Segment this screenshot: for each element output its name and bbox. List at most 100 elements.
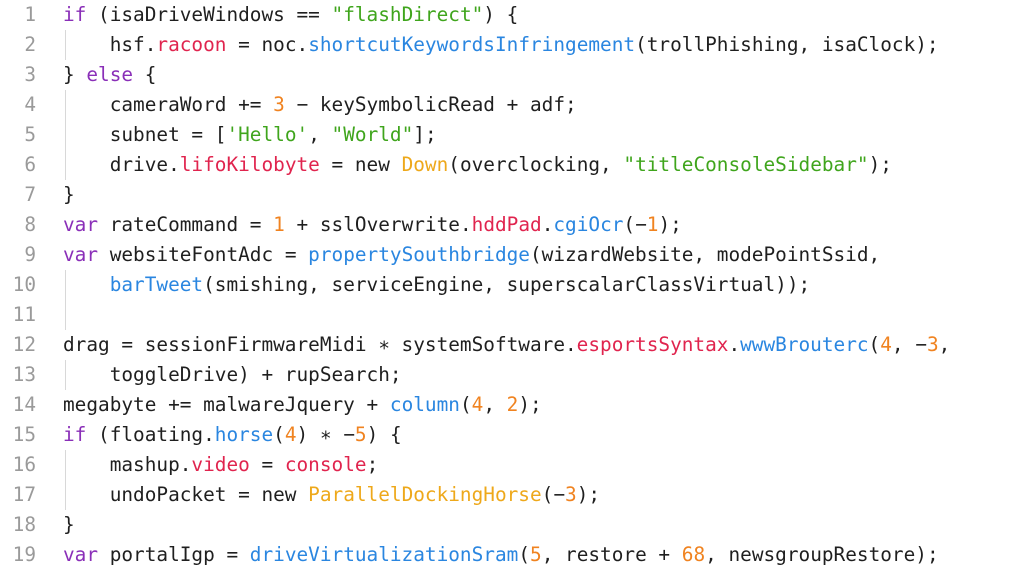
line-number: 9 bbox=[24, 243, 36, 266]
code-line[interactable]: 1 if (isaDriveWindows == "flashDirect") { bbox=[0, 0, 1026, 30]
code-token: 68 bbox=[681, 543, 706, 566]
code-text: barTweet(smishing, serviceEngine, supers… bbox=[63, 270, 810, 300]
code-text: var portalIgp = driveVirtualizationSram(… bbox=[63, 540, 939, 570]
code-line[interactable]: 15 if (floating.horse(4) ∗ −5) { bbox=[0, 420, 1026, 450]
code-line[interactable]: 10 barTweet(smishing, serviceEngine, sup… bbox=[0, 270, 1026, 300]
code-token: ( bbox=[518, 543, 530, 566]
code-text: } bbox=[63, 180, 75, 210]
code-token: + sslOverwrite. bbox=[284, 213, 472, 236]
line-number: 2 bbox=[24, 33, 36, 56]
code-token: 1 bbox=[646, 213, 659, 236]
line-number: 12 bbox=[12, 333, 36, 356]
code-line[interactable]: 6 drive.lifoKilobyte = new Down(overcloc… bbox=[0, 150, 1026, 180]
code-token: = noc. bbox=[226, 33, 309, 56]
code-line[interactable]: 16 mashup.video = console; bbox=[0, 450, 1026, 480]
code-line[interactable]: 7} bbox=[0, 180, 1026, 210]
line-number: 6 bbox=[24, 153, 36, 176]
code-token: , restore + bbox=[541, 543, 682, 566]
code-token: (smishing, serviceEngine, superscalarCla… bbox=[203, 273, 811, 296]
line-number: 13 bbox=[12, 363, 36, 386]
code-line[interactable]: 4 cameraWord += 3 − keySymbolicRead + ad… bbox=[0, 90, 1026, 120]
code-token: , newsgroupRestore); bbox=[705, 543, 939, 566]
code-token: barTweet bbox=[109, 273, 204, 296]
code-token: hddPad bbox=[471, 213, 542, 236]
code-text: if (isaDriveWindows == "flashDirect") { bbox=[63, 0, 518, 30]
code-token: 5 bbox=[530, 543, 542, 566]
code-line[interactable]: 18} bbox=[0, 510, 1026, 540]
code-token: } bbox=[63, 513, 75, 536]
code-text: } bbox=[63, 510, 75, 540]
code-line[interactable]: 2 hsf.racoon = noc.shortcutKeywordsInfri… bbox=[0, 30, 1026, 60]
code-token: "titleConsoleSidebar" bbox=[623, 153, 869, 176]
line-number: 7 bbox=[24, 183, 36, 206]
code-token: − keySymbolicRead + adf; bbox=[284, 93, 577, 116]
code-token: console bbox=[284, 453, 367, 476]
code-token: cameraWord += bbox=[63, 93, 274, 116]
code-token: drag = sessionFirmwareMidi ∗ systemSoftw… bbox=[63, 333, 577, 356]
line-number: 5 bbox=[24, 123, 36, 146]
code-token: mashup. bbox=[63, 453, 192, 476]
code-token: horse bbox=[214, 423, 274, 446]
code-token: } bbox=[63, 183, 75, 206]
code-token: ; bbox=[366, 453, 379, 476]
line-number: 1 bbox=[24, 3, 36, 26]
code-editor[interactable]: 1 if (isaDriveWindows == "flashDirect") {… bbox=[0, 0, 1026, 570]
code-text: undoPacket = new ParallelDockingHorse(−3… bbox=[63, 480, 600, 510]
code-token: = new bbox=[319, 153, 402, 176]
code-token: , bbox=[483, 393, 507, 416]
code-token: 5 bbox=[354, 423, 367, 446]
code-line[interactable]: 11 bbox=[0, 300, 1026, 330]
line-number: 8 bbox=[24, 213, 36, 236]
code-token: ) { bbox=[483, 3, 519, 26]
code-token: undoPacket = new bbox=[63, 483, 309, 506]
code-token: (− bbox=[541, 483, 566, 506]
code-token: (− bbox=[623, 213, 647, 236]
line-number: 17 bbox=[12, 483, 36, 506]
line-number: 4 bbox=[24, 93, 36, 116]
code-token: ); bbox=[868, 153, 892, 176]
code-token: 4 bbox=[284, 423, 297, 446]
code-token: ( bbox=[868, 333, 881, 356]
code-token: , − bbox=[891, 333, 927, 356]
code-token: subnet = [ bbox=[63, 123, 227, 146]
line-number: 18 bbox=[12, 513, 36, 536]
code-token: 4 bbox=[880, 333, 892, 356]
code-line[interactable]: 12 drag = sessionFirmwareMidi ∗ systemSof… bbox=[0, 330, 1026, 360]
code-token: "World" bbox=[331, 123, 414, 146]
code-line[interactable]: 3} else { bbox=[0, 60, 1026, 90]
code-line[interactable]: 8 var rateCommand = 1 + sslOverwrite.hddP… bbox=[0, 210, 1026, 240]
code-text: megabyte += malwareJquery + column(4, 2)… bbox=[63, 390, 542, 420]
code-token: drive. bbox=[63, 153, 180, 176]
code-token: racoon bbox=[156, 33, 227, 56]
code-token: var bbox=[63, 243, 99, 266]
code-token: if bbox=[63, 423, 87, 446]
code-token: ParallelDockingHorse bbox=[308, 483, 542, 506]
code-token: propertySouthbridge bbox=[308, 243, 530, 266]
code-token: if bbox=[63, 3, 87, 26]
code-line[interactable]: 17 undoPacket = new ParallelDockingHorse… bbox=[0, 480, 1026, 510]
code-token: . bbox=[728, 333, 741, 356]
code-token: ); bbox=[576, 483, 601, 506]
code-token: } bbox=[63, 63, 87, 86]
code-token: 'Hello' bbox=[226, 123, 309, 146]
code-token: { bbox=[133, 63, 157, 86]
line-number: 15 bbox=[12, 423, 36, 446]
code-token: = bbox=[249, 453, 285, 476]
code-token: else bbox=[86, 63, 134, 86]
line-number: 14 bbox=[12, 393, 36, 416]
code-token: websiteFontAdc = bbox=[98, 243, 309, 266]
code-token: var bbox=[63, 543, 99, 566]
code-token: , bbox=[308, 123, 332, 146]
code-token: esportsSyntax bbox=[576, 333, 729, 356]
code-line[interactable]: 19 var portalIgp = driveVirtualizationSra… bbox=[0, 540, 1026, 570]
code-token: ) { bbox=[366, 423, 402, 446]
code-text: subnet = ['Hello', "World"]; bbox=[63, 120, 437, 150]
code-line[interactable]: 14 megabyte += malwareJquery + column(4, … bbox=[0, 390, 1026, 420]
code-line[interactable]: 9 var websiteFontAdc = propertySouthbridg… bbox=[0, 240, 1026, 270]
code-token: cgiOcr bbox=[553, 213, 624, 236]
code-line[interactable]: 13 toggleDrive) + rupSearch; bbox=[0, 360, 1026, 390]
code-token: ( bbox=[273, 423, 285, 446]
code-line[interactable]: 5 subnet = ['Hello', "World"]; bbox=[0, 120, 1026, 150]
code-token: shortcutKeywordsInfringement bbox=[308, 33, 636, 56]
